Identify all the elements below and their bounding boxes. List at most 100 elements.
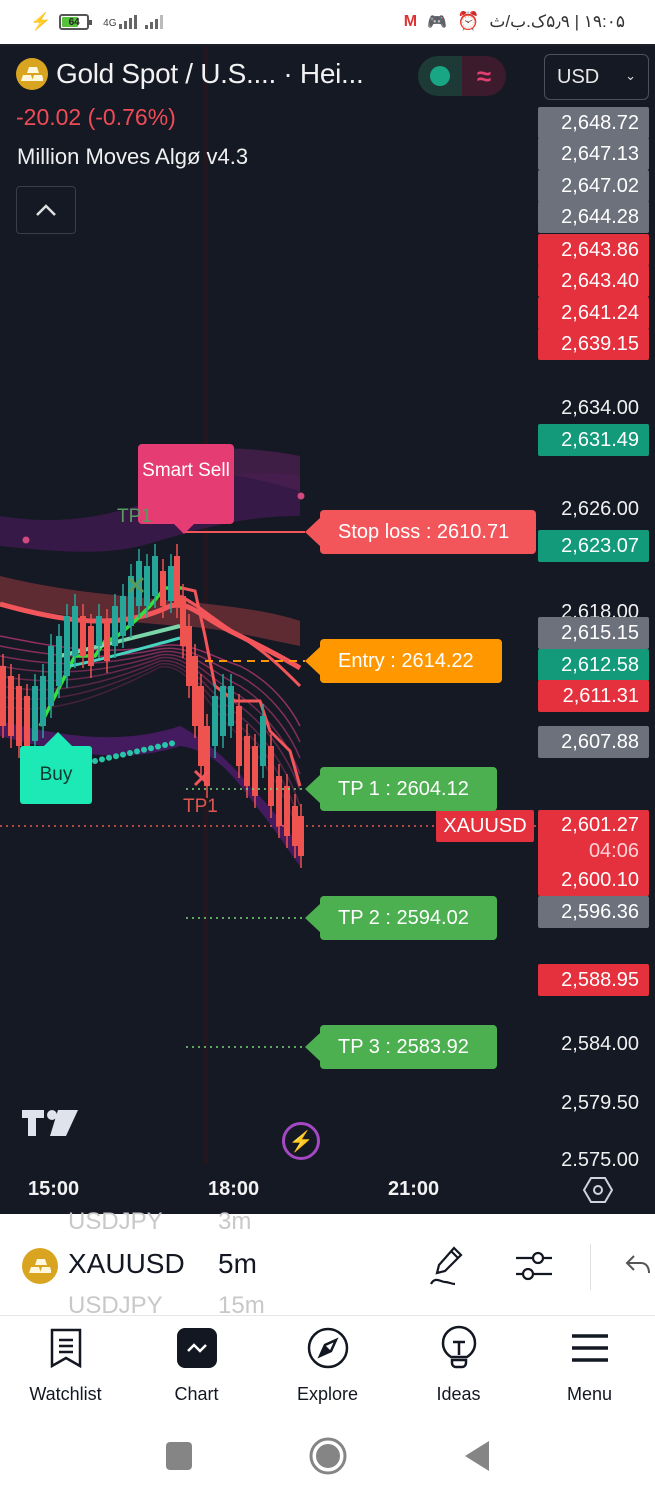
gmail-icon: M: [403, 12, 418, 30]
candle-body: [268, 746, 274, 806]
price-axis-label: 2,611.31: [538, 680, 649, 712]
candle-body: [160, 571, 166, 606]
compass-icon: [307, 1327, 348, 1369]
price-axis-label: 2,575.00: [561, 1149, 639, 1166]
trail-dot: [134, 748, 140, 755]
battery-icon: 64: [59, 14, 93, 30]
indicator-name[interactable]: Million Moves Algø v4.3: [17, 144, 248, 170]
status-left: ⚡ 64 4G: [30, 12, 163, 32]
nav-ideas[interactable]: Ideas: [393, 1316, 524, 1426]
tp1-callout: TP 1 : 2604.12: [305, 767, 497, 811]
smart-sell-signal: Smart Sell: [138, 444, 234, 534]
candle-body: [48, 646, 54, 706]
nav-label: Chart: [174, 1384, 219, 1404]
price-axis-label: 2,641.24: [538, 297, 649, 329]
lightning-bolt-icon[interactable]: ⚡: [282, 1122, 320, 1160]
price-axis-label: 2,579.50: [561, 1092, 639, 1114]
price-axis-label: 2,607.88: [538, 726, 649, 758]
prev-timeframe[interactable]: 3m: [218, 1208, 251, 1236]
nav-label: Ideas: [436, 1384, 481, 1404]
chevron-down-icon: ⌄: [625, 68, 636, 83]
time-label: 15:00: [28, 1178, 80, 1200]
collapse-legend-button[interactable]: [16, 186, 76, 234]
drawing-tool-icon[interactable]: [428, 1244, 468, 1288]
nav-chart[interactable]: Chart: [131, 1316, 262, 1426]
nav-menu[interactable]: Menu: [524, 1316, 655, 1426]
currency-select[interactable]: USD ⌄: [544, 54, 649, 100]
trail-dot: [120, 751, 126, 758]
trail-dot: [162, 742, 168, 748]
candle-body: [244, 736, 250, 786]
live-mode-button[interactable]: [418, 56, 462, 96]
game-controller-icon: 🎮: [427, 13, 447, 31]
status-right: M 🎮 ⏰ ۱۹:۰۵ | ۵٫۹ک.ب/ث: [404, 11, 625, 32]
chart-mode-toggle[interactable]: ≈: [418, 56, 506, 96]
undo-icon[interactable]: [624, 1252, 652, 1278]
candle-body: [16, 686, 22, 746]
lightbulb-icon: [441, 1325, 476, 1369]
battery-level: 64: [68, 16, 80, 28]
chart-settings-icon[interactable]: [583, 1176, 613, 1204]
gold-bars-icon: [16, 58, 48, 90]
candle-body: [298, 816, 304, 856]
trail-dot: [141, 746, 147, 753]
candle-body: [198, 686, 204, 766]
symbol-bar: USDJPY 3m XAUUSD 5m USDJPY 15m: [0, 1208, 655, 1319]
tp3-callout: TP 3 : 2583.92: [305, 1025, 497, 1069]
trail-dot: [92, 758, 98, 764]
candle-body: [32, 686, 38, 741]
candle-body: [104, 621, 110, 661]
trail-dot: [99, 756, 105, 763]
nav-explore[interactable]: Explore: [262, 1316, 393, 1426]
candle-body: [80, 616, 86, 656]
price-axis-label: 2,612.58: [538, 649, 649, 681]
tp1-hit-label-red: TP1: [183, 796, 218, 817]
wave-mode-button[interactable]: ≈: [462, 56, 506, 96]
tp2-callout: TP 2 : 2594.02: [305, 896, 497, 940]
time-axis[interactable]: 15:00 18:00 21:00: [0, 1166, 655, 1214]
candle-body: [0, 666, 6, 726]
chart-area[interactable]: Gold Spot / U.S.... · Hei... -20.02 (-0.…: [0, 46, 655, 1166]
candle-body: [96, 616, 102, 646]
candle-body: [152, 556, 158, 596]
candle-body: [220, 686, 226, 736]
recent-apps-button[interactable]: [165, 1441, 193, 1471]
candle-body: [40, 676, 46, 726]
toolbar-divider: [590, 1244, 591, 1290]
tp1-hit-label-green: TP1: [117, 506, 152, 527]
nav-label: Watchlist: [29, 1384, 102, 1404]
candle-body: [112, 606, 118, 646]
system-navigation-bar: [0, 1426, 655, 1500]
candle-body: [120, 596, 126, 636]
candle-body: [64, 616, 70, 676]
entry-callout: Entry : 2614.22: [305, 639, 502, 683]
price-axis-label: 2,648.72: [538, 107, 649, 139]
symbol-name[interactable]: XAUUSD: [68, 1248, 185, 1280]
green-dot-icon: [430, 66, 450, 86]
tradingview-logo[interactable]: [22, 1108, 80, 1143]
prev-symbol[interactable]: USDJPY: [68, 1208, 163, 1236]
status-time: ۱۹:۰۵ | ۵٫۹ک.ب/ث: [489, 11, 625, 31]
chevron-up-icon: [36, 204, 56, 216]
trail-dot: [148, 745, 154, 752]
timeframe[interactable]: 5m: [218, 1248, 257, 1280]
candle-body: [186, 626, 192, 686]
price-axis-label: 2,634.00: [561, 397, 639, 419]
price-axis-label: 2,623.07: [538, 530, 649, 562]
indicators-settings-icon[interactable]: [514, 1244, 554, 1288]
signal-icon: [144, 15, 163, 29]
menu-icon: [571, 1334, 608, 1362]
home-button[interactable]: [308, 1436, 348, 1476]
price-axis-label: 2,600.10: [538, 864, 649, 896]
candle-body: [8, 676, 14, 736]
nav-watchlist[interactable]: Watchlist: [0, 1316, 131, 1426]
price-chart-canvas[interactable]: [0, 46, 540, 1164]
candle-body: [168, 566, 174, 601]
back-button[interactable]: [463, 1440, 491, 1472]
wave-icon: ≈: [476, 60, 492, 91]
price-axis-label: 2,644.28: [538, 201, 649, 233]
trail-dot: [113, 753, 119, 760]
symbol-title[interactable]: Gold Spot / U.S.... · Hei...: [16, 58, 364, 90]
price-axis-label: 2,584.00: [561, 1033, 639, 1055]
price-axis-label: 2,596.36: [538, 896, 649, 928]
